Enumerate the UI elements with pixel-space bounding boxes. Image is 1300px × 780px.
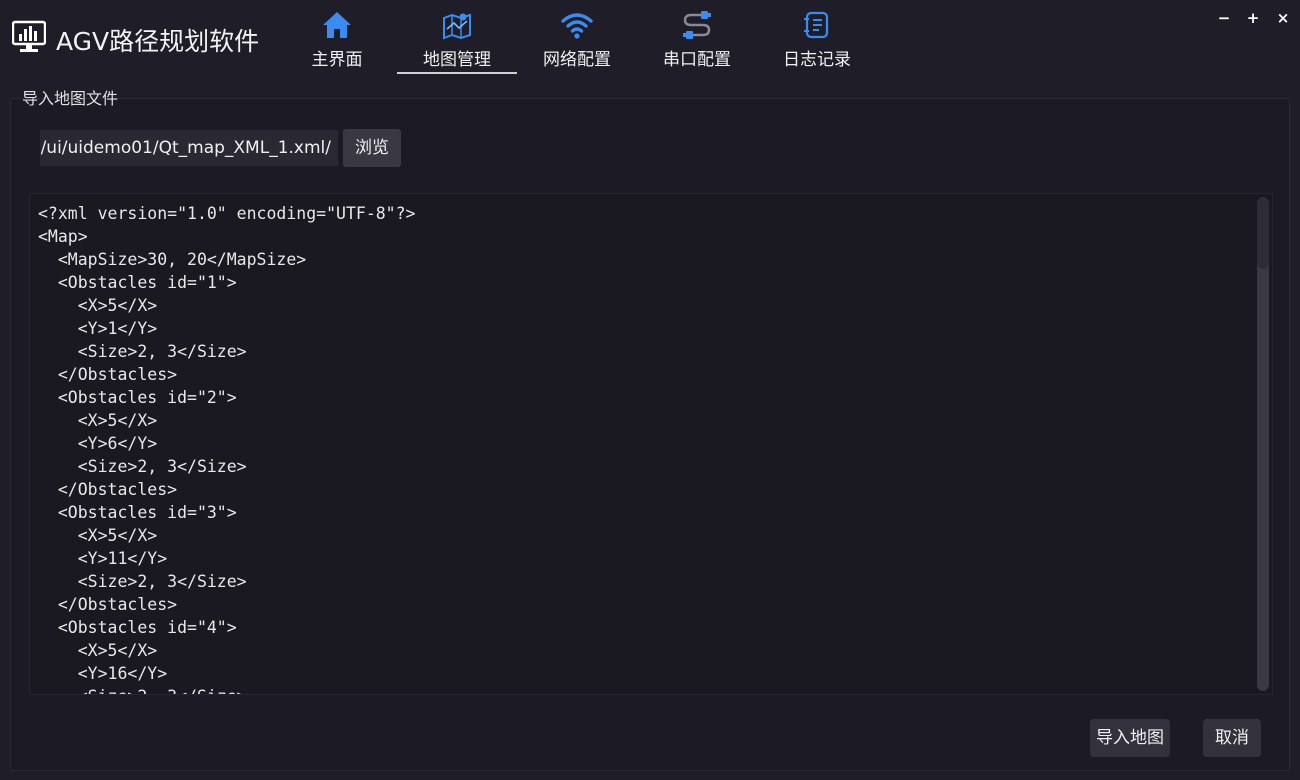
xml-line: <MapSize>30, 20</MapSize> [57,250,307,269]
tab-label: 地图管理 [423,50,491,70]
xml-line: <Obstacles id="1"> [57,273,237,292]
xml-line: <Obstacles id="4"> [57,618,237,637]
xml-line: <Size>2, 3</Size> [77,457,247,476]
xml-line: <X>5</X> [77,411,158,430]
vertical-scrollbar[interactable] [1257,197,1269,691]
xml-line: <X>5</X> [77,526,158,545]
xml-line: <X>5</X> [77,641,158,660]
tab-home[interactable]: 主界面 [277,0,397,74]
log-icon [801,9,833,41]
xml-line: <Y>16</Y> [77,664,168,683]
xml-line: </Obstacles> [57,365,178,384]
tab-map-management[interactable]: 地图管理 [397,0,517,74]
scrollbar-thumb[interactable] [1257,197,1269,269]
app-logo-icon [11,20,47,54]
xml-line: <Y>1</Y> [77,319,158,338]
xml-line: <X>5</X> [77,296,158,315]
xml-line: <?xml version="1.0" encoding="UTF-8"?> [38,204,416,223]
home-icon [321,9,353,41]
xml-preview-text-area[interactable]: <?xml version="1.0" encoding="UTF-8"?> <… [29,193,1273,695]
map-icon [441,9,473,41]
tab-logs[interactable]: 日志记录 [757,0,877,74]
main-nav: 主界面 地图管理 网络配置 串口配置 日志记录 [277,0,877,74]
tab-label: 主界面 [311,50,363,70]
tab-serial-config[interactable]: 串口配置 [637,0,757,74]
wifi-icon [561,9,593,41]
import-map-button[interactable]: 导入地图 [1090,719,1170,757]
xml-content: <?xml version="1.0" encoding="UTF-8"?> <… [30,194,1272,694]
xml-line: <Y>11</Y> [77,549,168,568]
xml-line: <Obstacles id="3"> [57,503,237,522]
group-title: 导入地图文件 [22,89,119,108]
minimize-button[interactable]: − [1213,7,1235,29]
cancel-button[interactable]: 取消 [1203,719,1261,757]
browse-button[interactable]: 浏览 [343,129,401,167]
serial-port-icon [681,9,713,41]
xml-line: <Y>6</Y> [77,434,158,453]
xml-line: </Obstacles> [57,480,178,499]
tab-label: 网络配置 [543,50,611,70]
xml-line: <Obstacles id="2"> [57,388,237,407]
tab-label: 日志记录 [783,50,851,70]
tab-label: 串口配置 [663,50,731,70]
close-button[interactable]: × [1272,7,1294,29]
maximize-button[interactable]: + [1242,7,1264,29]
xml-line: <Size>2, 3</Size> [77,572,247,591]
xml-line: <Size>2, 3</Size> [38,687,247,694]
file-path-input[interactable] [40,130,338,166]
app-title: AGV路径规划软件 [56,27,260,56]
tab-network-config[interactable]: 网络配置 [517,0,637,74]
xml-line: <Map> [38,227,88,246]
xml-line: <Size>2, 3</Size> [77,342,247,361]
xml-line: </Obstacles> [57,595,178,614]
